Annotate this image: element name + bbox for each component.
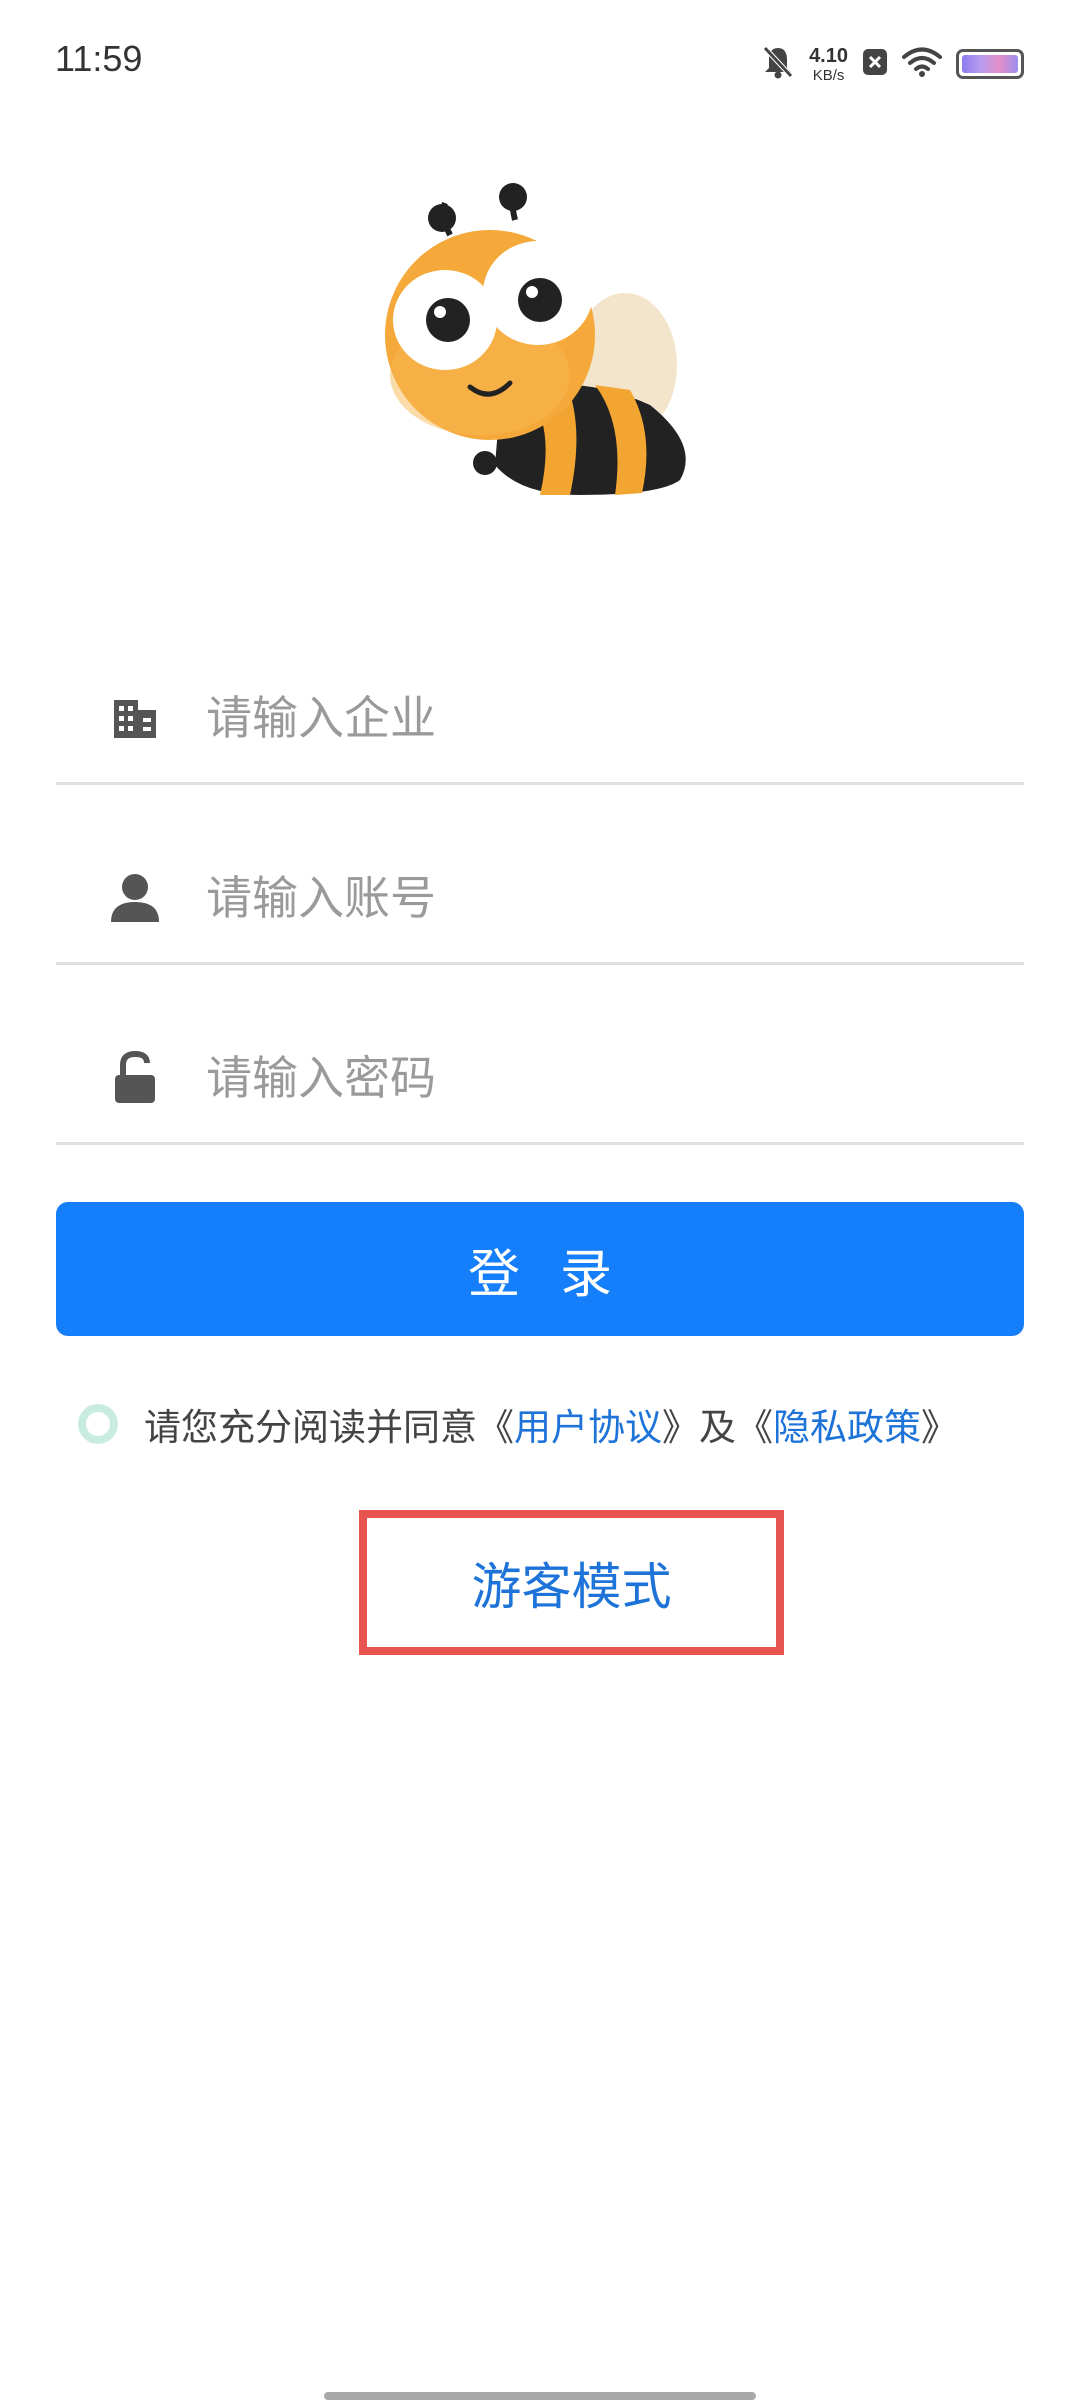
password-input[interactable] — [206, 1013, 1006, 1142]
bracket-close: 》 — [921, 1406, 958, 1449]
guest-mode-button[interactable]: 游客模式 — [367, 1518, 776, 1647]
status-bar: 11:59 4.10 KB/s — [0, 0, 1080, 120]
bracket-open: 《 — [477, 1406, 514, 1449]
close-box-icon — [862, 48, 888, 80]
bell-muted-icon — [761, 44, 795, 84]
net-speed: 4.10 KB/s — [809, 46, 848, 83]
net-speed-unit: KB/s — [812, 66, 845, 84]
battery-icon — [956, 49, 1024, 79]
account-input[interactable] — [206, 833, 1006, 962]
agreement-row: 请您充分阅读并同意 《 用户协议 》 及 《 隐私政策 》 — [78, 1394, 958, 1454]
company-input[interactable] — [206, 653, 1006, 782]
password-field-row — [56, 1013, 1024, 1145]
bee-mascot-logo — [380, 175, 720, 505]
privacy-policy-link[interactable]: 隐私政策 — [773, 1397, 921, 1451]
bracket-close: 》 — [662, 1406, 699, 1449]
agree-radio-button[interactable] — [78, 1404, 118, 1444]
user-agreement-link[interactable]: 用户协议 — [514, 1397, 662, 1451]
net-speed-value: 4.10 — [809, 44, 848, 67]
battery-level — [962, 55, 1018, 73]
bracket-open: 《 — [736, 1406, 773, 1449]
guest-mode-highlight: 游客模式 — [359, 1510, 784, 1655]
building-icon — [108, 691, 162, 745]
wifi-icon — [902, 46, 942, 82]
agreement-and: 及 — [699, 1406, 736, 1449]
agreement-prefix: 请您充分阅读并同意 — [144, 1406, 477, 1449]
status-time: 11:59 — [55, 38, 143, 79]
company-field-row — [56, 653, 1024, 785]
lock-open-icon — [108, 1050, 162, 1105]
home-indicator[interactable] — [324, 2392, 756, 2400]
account-field-row — [56, 833, 1024, 965]
status-icons: 4.10 KB/s — [761, 42, 1024, 86]
login-button[interactable]: 登录 — [56, 1202, 1024, 1336]
user-icon — [108, 871, 162, 925]
